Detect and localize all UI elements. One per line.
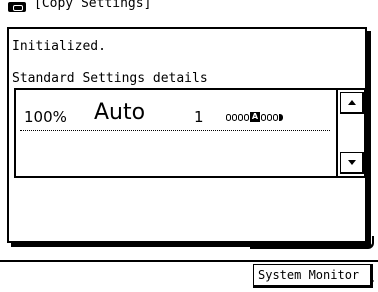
- settings-details-list: [14, 88, 336, 178]
- triangle-up-icon: [347, 100, 356, 105]
- color-mode-value: Auto: [94, 100, 146, 125]
- density-scale-icon: A: [226, 112, 283, 122]
- copies-value: 1: [194, 108, 204, 126]
- background-header: [Copy Settings]: [0, 0, 378, 24]
- zoom-value: 100%: [24, 108, 67, 126]
- dialog-subtitle: Standard Settings details: [12, 71, 208, 86]
- background-header-title: [Copy Settings]: [34, 0, 152, 11]
- copy-mode-icon: [8, 2, 26, 12]
- scroll-down-button[interactable]: [340, 152, 364, 174]
- system-monitor-button[interactable]: System Monitor: [253, 264, 373, 288]
- triangle-down-icon: [347, 160, 356, 165]
- triangle-right-icon: [370, 277, 374, 285]
- scroll-up-button[interactable]: [340, 92, 364, 114]
- settings-detail-row[interactable]: 100% Auto 1 A: [20, 100, 330, 131]
- density-auto-letter: A: [250, 112, 260, 122]
- status-message: Initialized.: [12, 39, 106, 54]
- list-scrollbar: [336, 88, 366, 178]
